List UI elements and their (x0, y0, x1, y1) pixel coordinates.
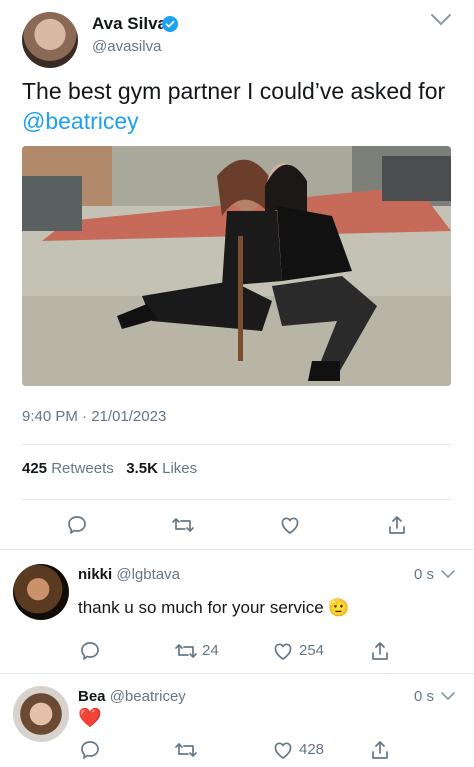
share-icon[interactable] (386, 514, 408, 536)
reply-author-handle[interactable]: @lgbtava (116, 566, 180, 583)
reply-icon[interactable] (66, 514, 88, 536)
tweet-text: The best gym partner I could’ve asked fo… (22, 76, 452, 136)
retweet-icon[interactable] (174, 739, 198, 761)
author-avatar[interactable] (22, 12, 78, 68)
retweet-icon[interactable] (174, 640, 198, 662)
likes-count: 3.5K (126, 460, 158, 477)
timestamp-separator: · (82, 408, 88, 425)
verified-badge-icon (162, 16, 178, 32)
author-handle[interactable]: @avasilva (92, 38, 161, 55)
reply-header: nikki @lgbtava (78, 566, 180, 583)
reply-like-count: 428 (299, 741, 325, 758)
heart-icon[interactable] (279, 514, 301, 536)
reply-icon[interactable] (79, 739, 101, 761)
tweet-date: 21/01/2023 (91, 408, 167, 425)
tweet-timestamp: 9:40 PM · 21/01/2023 (22, 408, 166, 425)
reply-text: thank u so much for your service 🫡 (78, 598, 350, 618)
reply-time: 0 s (414, 688, 435, 705)
divider (22, 444, 452, 445)
retweets-stat[interactable]: 425 Retweets (22, 460, 118, 477)
retweet-icon[interactable] (171, 514, 195, 536)
divider (0, 549, 474, 550)
reply-author-name[interactable]: nikki (78, 566, 112, 583)
heart-icon[interactable] (272, 640, 294, 662)
chevron-down-icon[interactable] (430, 13, 452, 27)
tweet-time: 9:40 PM (22, 408, 78, 425)
share-icon[interactable] (369, 739, 391, 761)
retweets-count: 425 (22, 460, 48, 477)
tweet-stats: 425 Retweets 3.5K Likes (22, 460, 197, 477)
divider (22, 499, 452, 500)
reply-like-count: 254 (299, 642, 325, 659)
chevron-down-icon[interactable] (441, 691, 455, 701)
divider (0, 673, 474, 674)
likes-stat[interactable]: 3.5K Likes (126, 460, 197, 477)
reply-avatar[interactable] (13, 564, 69, 620)
reply-avatar[interactable] (13, 686, 69, 742)
reply-text: ❤️ (78, 708, 102, 729)
reply-author-handle[interactable]: @beatricey (110, 688, 186, 705)
reply-time: 0 s (414, 566, 435, 583)
reply-header: Bea @beatricey (78, 688, 186, 705)
reply-text-body: thank u so much for your service (78, 598, 324, 617)
likes-label: Likes (162, 460, 198, 477)
tweet-text-body: The best gym partner I could’ve asked fo… (22, 78, 446, 104)
chevron-down-icon[interactable] (441, 569, 455, 579)
reply-author-name[interactable]: Bea (78, 688, 106, 705)
reply-icon[interactable] (79, 640, 101, 662)
share-icon[interactable] (369, 640, 391, 662)
heart-icon[interactable] (272, 739, 294, 761)
author-name[interactable]: Ava Silva (92, 14, 167, 34)
retweets-label: Retweets (51, 460, 114, 477)
saluting-face-emoji: 🫡 (328, 598, 350, 617)
mention-link[interactable]: @beatricey (22, 108, 139, 134)
tweet-photo[interactable] (22, 146, 451, 386)
reply-retweet-count: 24 (202, 642, 219, 659)
